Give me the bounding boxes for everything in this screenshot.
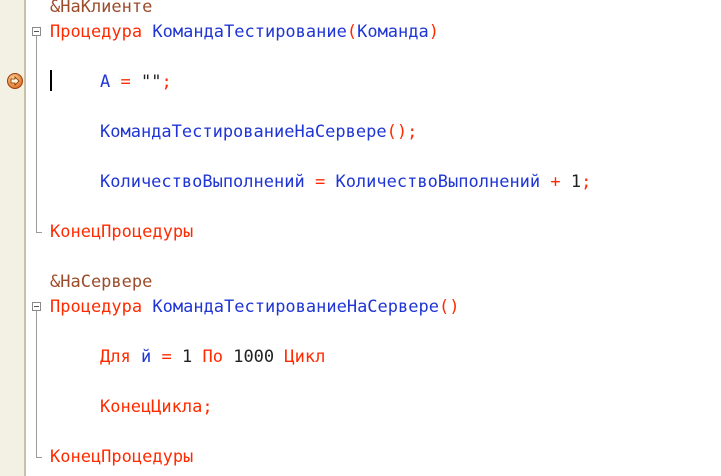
operator: = xyxy=(161,347,172,367)
loop-variable: й xyxy=(140,347,152,367)
paren-close: ) xyxy=(428,22,439,42)
editor-gutter[interactable] xyxy=(0,0,26,476)
procedure-declaration-line[interactable]: Процедура КомандаТестирование(Команда) xyxy=(50,20,439,44)
semicolon: ; xyxy=(407,122,418,142)
code-line-assignment[interactable]: А = ""; xyxy=(100,70,172,94)
parens: () xyxy=(386,122,408,142)
fold-end-marker xyxy=(36,457,42,458)
procedure-end-line[interactable]: КонецПроцедуры xyxy=(50,220,193,244)
semicolon: ; xyxy=(581,172,592,192)
code-line-call[interactable]: КомандаТестированиеНаСервере(); xyxy=(100,120,417,144)
parens: () xyxy=(438,297,460,317)
called-procedure: КомандаТестированиеНаСервере xyxy=(100,122,387,142)
number-literal: 1000 xyxy=(233,347,275,367)
operator: = xyxy=(120,72,131,92)
procedure-declaration-line[interactable]: Процедура КомандаТестированиеНаСервере() xyxy=(50,295,459,319)
keyword: Процедура xyxy=(50,297,143,317)
procedure-end-line[interactable]: КонецПроцедуры xyxy=(50,445,193,469)
number-literal: 1 xyxy=(570,172,582,192)
keyword: Процедура xyxy=(50,22,143,42)
variable: КоличествоВыполнений xyxy=(335,172,541,192)
fold-guide-line xyxy=(36,311,37,457)
fold-end-marker xyxy=(36,232,42,233)
fold-toggle-icon[interactable] xyxy=(32,302,41,311)
fold-guide-line xyxy=(36,36,37,232)
text-cursor xyxy=(50,70,52,91)
code-line-increment[interactable]: КоличествоВыполнений = КоличествоВыполне… xyxy=(100,170,591,194)
code-line-loop-end[interactable]: КонецЦикла; xyxy=(100,395,213,419)
keyword: По xyxy=(202,347,223,367)
semicolon: ; xyxy=(202,397,213,417)
current-line-breakpoint-icon[interactable] xyxy=(7,73,23,89)
fold-toggle-icon[interactable] xyxy=(32,27,41,36)
variable: А xyxy=(100,72,111,92)
procedure-name: КомандаТестирование xyxy=(152,22,347,42)
keyword: КонецЦикла xyxy=(100,397,203,417)
keyword: Цикл xyxy=(284,347,326,367)
variable: КоличествоВыполнений xyxy=(100,172,305,192)
folding-column xyxy=(29,0,43,476)
directive-line[interactable]: &НаКлиенте xyxy=(50,0,152,19)
operator: = xyxy=(314,172,326,192)
string-literal: "" xyxy=(141,72,162,92)
number-literal: 1 xyxy=(181,347,193,367)
operator: + xyxy=(550,172,561,192)
paren-open: ( xyxy=(346,22,358,42)
code-editor[interactable]: &НаКлиенте Процедура КомандаТестирование… xyxy=(0,0,721,476)
directive-line[interactable]: &НаСервере xyxy=(50,270,152,294)
semicolon: ; xyxy=(161,72,172,92)
parameter: Команда xyxy=(357,22,429,42)
keyword: Для xyxy=(100,347,131,367)
procedure-name: КомандаТестированиеНаСервере xyxy=(152,297,439,317)
code-line-loop[interactable]: Для й = 1 По 1000 Цикл xyxy=(100,345,325,369)
